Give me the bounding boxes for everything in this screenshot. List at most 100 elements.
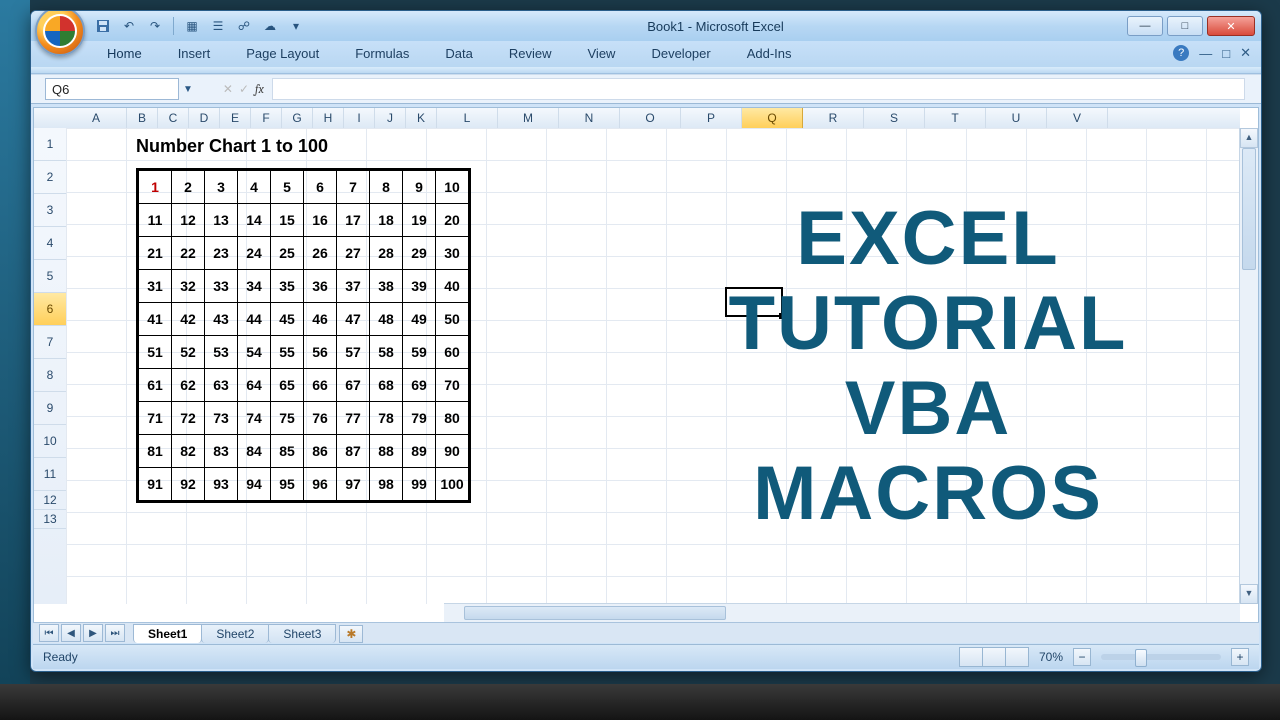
zoom-slider-knob[interactable] <box>1135 649 1147 667</box>
column-header-F[interactable]: F <box>251 108 282 128</box>
column-header-V[interactable]: V <box>1047 108 1108 128</box>
insert-sheet-icon[interactable]: ✱ <box>339 625 363 643</box>
column-header-E[interactable]: E <box>220 108 251 128</box>
horizontal-scroll-thumb[interactable] <box>464 606 726 620</box>
overlay-line-3: VBA <box>845 366 1011 451</box>
fx-icon[interactable]: fx <box>255 82 264 96</box>
zoom-out-icon[interactable]: − <box>1073 648 1091 666</box>
number-cell: 4 <box>238 171 271 204</box>
maximize-button[interactable]: □ <box>1167 16 1203 36</box>
column-header-A[interactable]: A <box>66 108 127 128</box>
ribbon-tab-developer[interactable]: Developer <box>633 42 728 67</box>
name-box-dropdown-icon[interactable]: ▼ <box>183 84 193 95</box>
row-header-6[interactable]: 6 <box>34 293 66 326</box>
column-header-R[interactable]: R <box>803 108 864 128</box>
minimize-button[interactable]: — <box>1127 16 1163 36</box>
qat-extra-4-icon[interactable]: ☁ <box>262 18 278 34</box>
zoom-level[interactable]: 70% <box>1039 650 1063 664</box>
ribbon-tab-review[interactable]: Review <box>491 42 570 67</box>
qat-extra-1-icon[interactable]: ▦ <box>184 18 200 34</box>
number-cell: 12 <box>172 204 205 237</box>
number-cell: 1 <box>139 171 172 204</box>
zoom-in-icon[interactable]: + <box>1231 648 1249 666</box>
column-header-C[interactable]: C <box>158 108 189 128</box>
row-header-7[interactable]: 7 <box>34 326 66 359</box>
row-header-11[interactable]: 11 <box>34 458 66 491</box>
column-header-L[interactable]: L <box>437 108 498 128</box>
row-header-12[interactable]: 12 <box>34 491 66 510</box>
number-cell: 43 <box>205 303 238 336</box>
name-box[interactable]: Q6 <box>45 78 179 100</box>
number-cell: 8 <box>370 171 403 204</box>
sheet-tab-sheet3[interactable]: Sheet3 <box>268 624 336 643</box>
column-header-U[interactable]: U <box>986 108 1047 128</box>
row-header-4[interactable]: 4 <box>34 227 66 260</box>
number-cell: 45 <box>271 303 304 336</box>
view-normal-icon[interactable] <box>959 647 983 667</box>
ribbon-tab-page-layout[interactable]: Page Layout <box>228 42 337 67</box>
cells-area[interactable]: Number Chart 1 to 100 123456789101112131… <box>66 128 1240 604</box>
row-header-10[interactable]: 10 <box>34 425 66 458</box>
ribbon-tab-view[interactable]: View <box>570 42 634 67</box>
sheet-nav-first-icon[interactable]: ⏮ <box>39 624 59 642</box>
column-header-I[interactable]: I <box>344 108 375 128</box>
view-page-layout-icon[interactable] <box>982 647 1006 667</box>
vertical-scrollbar[interactable]: ▲ ▼ <box>1239 128 1258 604</box>
scroll-up-icon[interactable]: ▲ <box>1240 128 1258 148</box>
formula-input[interactable] <box>272 78 1245 100</box>
row-header-8[interactable]: 8 <box>34 359 66 392</box>
view-page-break-icon[interactable] <box>1005 647 1029 667</box>
row-header-3[interactable]: 3 <box>34 194 66 227</box>
sheet-tab-sheet2[interactable]: Sheet2 <box>201 624 269 643</box>
ribbon-tab-insert[interactable]: Insert <box>160 42 229 67</box>
ribbon-tab-addins[interactable]: Add-Ins <box>729 42 810 67</box>
ribbon-restore-icon[interactable]: □ <box>1222 46 1230 61</box>
column-header-N[interactable]: N <box>559 108 620 128</box>
row-header-9[interactable]: 9 <box>34 392 66 425</box>
column-header-D[interactable]: D <box>189 108 220 128</box>
sheet-nav-last-icon[interactable]: ⏭ <box>105 624 125 642</box>
qat-dropdown-icon[interactable]: ▾ <box>288 18 304 34</box>
save-icon[interactable] <box>95 18 111 34</box>
number-cell: 21 <box>139 237 172 270</box>
row-header-13[interactable]: 13 <box>34 510 66 529</box>
horizontal-scrollbar[interactable] <box>444 603 1240 622</box>
qat-extra-3-icon[interactable]: ☍ <box>236 18 252 34</box>
scroll-down-icon[interactable]: ▼ <box>1240 584 1258 604</box>
cancel-formula-icon[interactable]: ✕ <box>223 82 233 96</box>
ribbon-tab-data[interactable]: Data <box>427 42 490 67</box>
column-header-S[interactable]: S <box>864 108 925 128</box>
row-header-5[interactable]: 5 <box>34 260 66 293</box>
vertical-scroll-thumb[interactable] <box>1242 148 1256 270</box>
column-header-B[interactable]: B <box>127 108 158 128</box>
close-button[interactable]: ✕ <box>1207 16 1255 36</box>
row-header-1[interactable]: 1 <box>34 128 66 161</box>
enter-formula-icon[interactable]: ✓ <box>239 82 249 96</box>
column-header-M[interactable]: M <box>498 108 559 128</box>
column-header-T[interactable]: T <box>925 108 986 128</box>
help-icon[interactable]: ? <box>1173 45 1189 61</box>
sheet-nav-prev-icon[interactable]: ◀ <box>61 624 81 642</box>
undo-icon[interactable]: ↶ <box>121 18 137 34</box>
select-all-corner[interactable] <box>34 108 67 129</box>
column-header-K[interactable]: K <box>406 108 437 128</box>
qat-extra-2-icon[interactable]: ☰ <box>210 18 226 34</box>
ribbon-close-icon[interactable]: ✕ <box>1240 45 1251 61</box>
ribbon-tab-formulas[interactable]: Formulas <box>337 42 427 67</box>
row-header-2[interactable]: 2 <box>34 161 66 194</box>
ribbon-minimize-icon[interactable]: — <box>1199 46 1212 61</box>
column-header-G[interactable]: G <box>282 108 313 128</box>
column-header-O[interactable]: O <box>620 108 681 128</box>
sheet-nav-next-icon[interactable]: ▶ <box>83 624 103 642</box>
excel-window: ↶ ↷ ▦ ☰ ☍ ☁ ▾ Book1 - Microsoft Excel — … <box>30 10 1262 672</box>
sheet-tab-sheet1[interactable]: Sheet1 <box>133 624 202 643</box>
redo-icon[interactable]: ↷ <box>147 18 163 34</box>
zoom-slider[interactable] <box>1101 654 1221 660</box>
column-header-H[interactable]: H <box>313 108 344 128</box>
number-cell: 36 <box>304 270 337 303</box>
ribbon-tab-home[interactable]: Home <box>89 42 160 67</box>
column-header-Q[interactable]: Q <box>742 108 803 128</box>
column-header-P[interactable]: P <box>681 108 742 128</box>
windows-taskbar[interactable] <box>0 684 1280 720</box>
column-header-J[interactable]: J <box>375 108 406 128</box>
